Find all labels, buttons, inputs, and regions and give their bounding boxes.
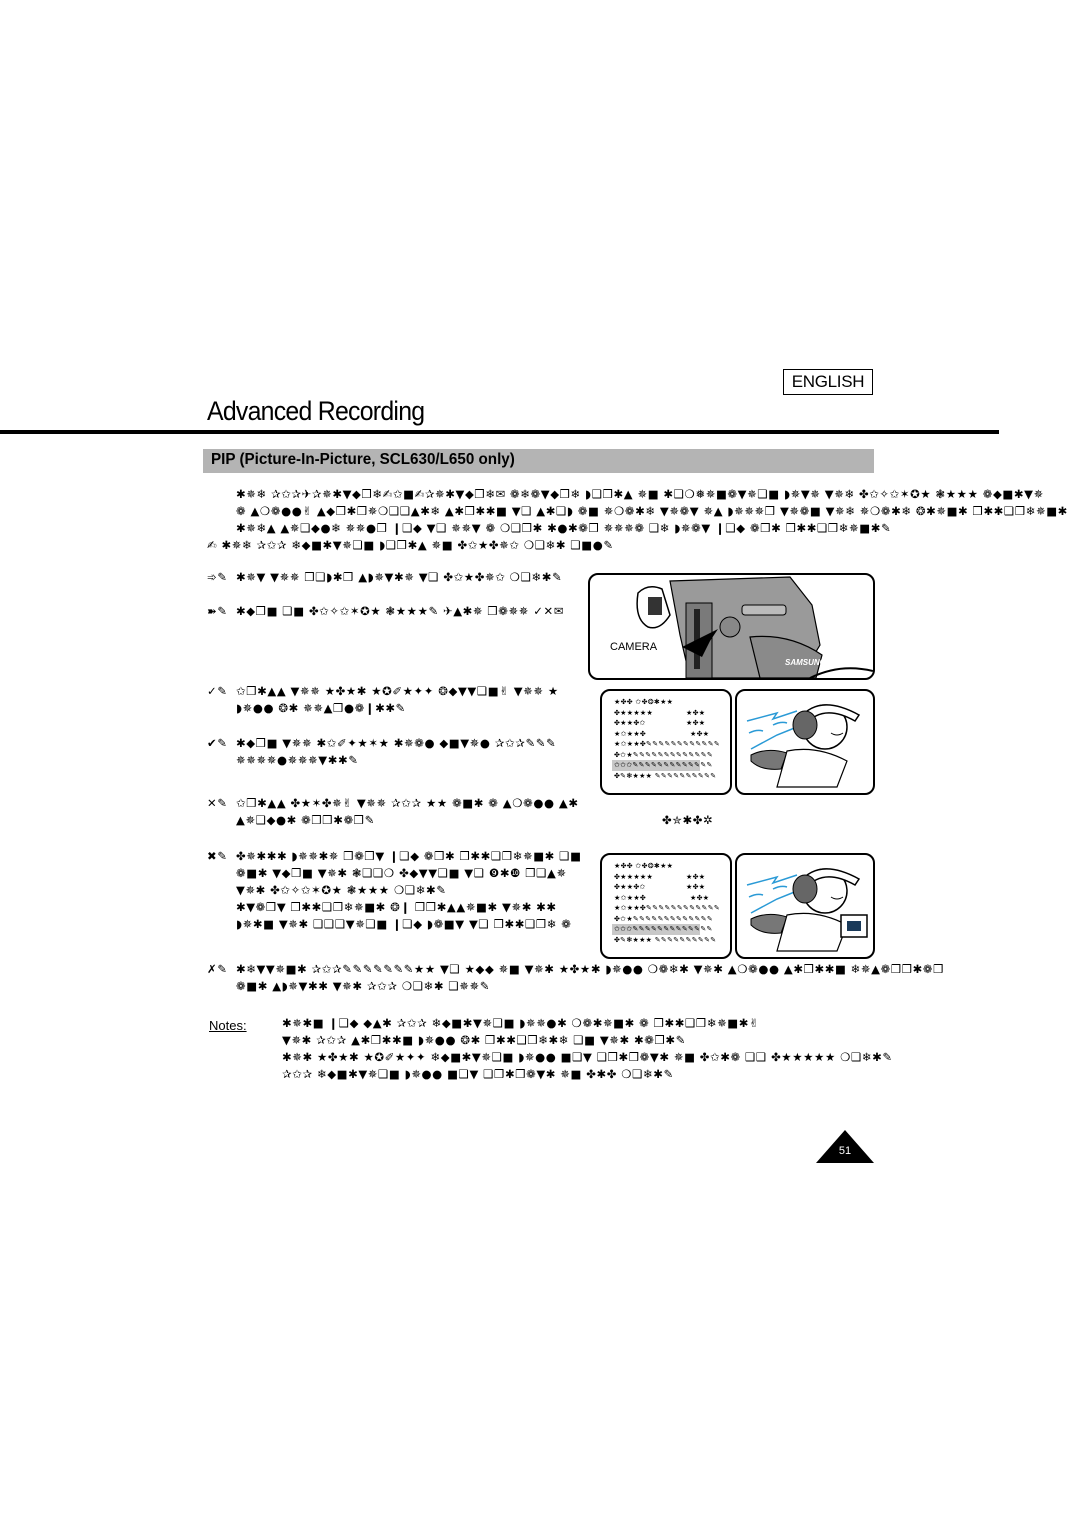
menu-row: ✩✩✩✎✎✎✎✎✎✎✎✎✎✎✎✎	[612, 924, 713, 935]
page-number: 51	[838, 1145, 852, 1157]
menu-row: ✤★★✤✩ ★✤★	[614, 719, 706, 727]
menu-screen: ★✤✤ ✩✤❂✱★★ ✤★★★★★ ★✤★ ✤★★✤✩ ★✤★ ★✩★★✤ ★✤★ ★…	[600, 689, 732, 795]
step-text: ✱◆❒■ ❑■ ✤✩✧✩✶✪★ ❃★★★✎ ✈▲✱✵ ❒❁✵✵ ✓✕✉	[236, 604, 564, 618]
menu-row: ★✩★★✤✎✎✎✎✎✎✎✎✎✎✎✎	[614, 904, 721, 912]
step-marker: ✖✎	[207, 849, 228, 863]
step-text: ◗✵✱■ ▼✵✱ ❑❑❑▼✵❑■ ❙❑◆ ◗❁■▼ ▼❑ ❒✱✱❑❒❄ ❁	[236, 917, 572, 931]
menu-row: ★✩★★✤✎✎✎✎✎✎✎✎✎✎✎✎	[614, 740, 721, 748]
header-rule	[0, 430, 999, 434]
step-text: ❁■✱ ▲◗✵▼✱✱ ▼✵✱ ✰✩✰ ❍❑❄✱ ❑✵✵✎	[236, 979, 490, 993]
menu-row: ★✤✤ ✩✤❂✱★★	[614, 698, 674, 706]
step-text: ✤✵✱✱✱ ◗✵✵✱✵ ❒❁❒▼ ❙❑◆ ❁❒✱ ❒✱✱❑❒❄✵■✱ ❑■	[236, 849, 582, 863]
menu-row: ✤✩★✎✎✎✎✎✎✎✎✎✎✎✎✎	[614, 914, 714, 923]
step-6: ✖✎ ✤✵✱✱✱ ◗✵✵✱✵ ❒❁❒▼ ❙❑◆ ❁❒✱ ❒✱✱❑❒❄✵■✱ ❑■ …	[207, 848, 602, 933]
step-5-tail: ✤✮✱✤✲	[662, 813, 714, 827]
step-text: ▼✵✱ ✤✩✧✩✶✪★ ❃★★★ ❍❑❄✱✎	[236, 883, 447, 897]
step-text: ✩❒✱▲▲ ✤★✶✤✵✌ ▼✵✵ ✰✩✰ ★★ ❁■✱ ❁ ▲❍❁●● ▲✱	[236, 796, 579, 810]
step-marker: ✔✎	[207, 736, 228, 750]
menu-row: ✤✎❃★★★ ✎✎✎✎✎✎✎✎✎✎	[614, 771, 717, 780]
menu-row: ✤★★★★★ ★✤★	[614, 708, 706, 717]
intro-line: ✍ ✱✵❄ ✰✩✰ ❄◆■✱▼✵❑■ ◗❑❒✱▲ ✵■ ✤✩★✤✵✩ ❍❑❄✱ …	[207, 538, 614, 552]
step-text: ✱▼❁❒▼ ❒✱✱❑❒❄✵■✱ ❂❙ ❒❒✱▲▲✵■✱ ▼✵✱ ✱✱	[236, 900, 557, 914]
step-text: ✱◆❒■ ▼✵✵ ✱✩✐✦★✶★ ✱✵❁● ◆■▼✵● ✰✩✰✎✎✎	[236, 736, 557, 750]
notes-label: Notes:	[209, 1018, 247, 1033]
step-1: ➾✎ ✱✵▼ ▼✵✵ ❒❑◗✱❒ ▲◗✵▼✱✵ ▼❑ ✤✩★✤✵✩ ❍❑❄✱✎	[207, 569, 562, 586]
menu-screen-pip: ★✤✤ ✩✤❂✱★★ ✤★★★★★ ★✤★ ✤★★✤✩ ★✤★ ★✩★★✤ ★✤★ ★…	[600, 853, 732, 959]
camera-label: CAMERA	[610, 641, 658, 653]
step-marker: ➽✎	[207, 604, 228, 618]
step-7: ✗✎ ✱❄▼▼✵■✱ ✰✩✰✎✎✎✎✎✎✎★★ ▼❑ ★◆◆ ✵■ ▼✵✱ ★✤★…	[207, 961, 944, 995]
menu-row: ✤★★★★★ ★✤★	[614, 872, 706, 881]
step-text: ✱✵▼ ▼✵✵ ❒❑◗✱❒ ▲◗✵▼✱✵ ▼❑ ✤✩★✤✵✩ ❍❑❄✱✎	[236, 570, 563, 584]
step-text: ✵✵✵✵●✵✵✵▼✱✱✎	[236, 753, 359, 767]
intro-line: ✱✵❄ ✰✩✰✈✰✵✱▼◆❒❄✍✩■✍✰✵✱▼◆❒❄✉ ❁❄❁▼◆❒❄ ◗❑❒✱…	[236, 487, 1044, 501]
section-title: PIP (Picture-In-Picture, SCL630/L650 onl…	[211, 451, 515, 468]
step-marker: ✓✎	[207, 684, 228, 698]
step-marker: ➾✎	[207, 570, 228, 584]
menu-row: ★✤✤ ✩✤❂✱★★	[614, 862, 674, 870]
step-text: ✩❒✱▲▲ ▼✵✵ ★✤★✱ ★✪✐★✦✦ ❂◆▼▼❑■✌ ▼✵✵ ★	[236, 684, 559, 698]
step-3: ✓✎ ✩❒✱▲▲ ▼✵✵ ★✤★✱ ★✪✐★✦✦ ❂◆▼▼❑■✌ ▼✵✵ ★ ◗✵…	[207, 683, 587, 717]
step-text: ▲✵❑◆●✱ ❁❒❒✱❁❒✎	[236, 813, 375, 827]
menu-list: ★✤✤ ✩✤❂✱★★ ✤★★★★★ ★✤★ ✤★★✤✩ ★✤★ ★✩★★✤ ★✤★ ★…	[612, 861, 721, 945]
intro-paragraph: ✱✵❄ ✰✩✰✈✰✵✱▼◆❒❄✍✩■✍✰✵✱▼◆❒❄✉ ❁❄❁▼◆❒❄ ◗❑❒✱…	[207, 486, 1068, 554]
step-text: ◗✵●● ❂✱ ✵✵▲❒●❁❙✱✱✎	[236, 701, 406, 715]
menu-list: ★✤✤ ✩✤❂✱★★ ✤★★★★★ ★✤★ ✤★★✤✩ ★✤★ ★✩★★✤ ★✤★ ★…	[612, 697, 721, 781]
note-line: ✱✵✱ ★✤★✱ ★✪✐★✦✦ ❄◆■✱▼✵❑■ ◗✵●● ■❑▼ ❑❒✱❒❁▼…	[282, 1050, 893, 1064]
menu-row: ★✩★★✤ ★✤★	[614, 729, 710, 738]
language-badge: ENGLISH	[783, 369, 873, 395]
pip-preview-picture	[735, 689, 875, 795]
step-marker: ✗✎	[207, 962, 228, 976]
menu-row: ★✩★★✤ ★✤★	[614, 893, 710, 902]
step-5: ✕✎ ✩❒✱▲▲ ✤★✶✤✵✌ ▼✵✵ ✰✩✰ ★★ ❁■✱ ❁ ▲❍❁●● ▲✱…	[207, 795, 619, 829]
step-4: ✔✎ ✱◆❒■ ▼✵✵ ✱✩✐✦★✶★ ✱✵❁● ◆■▼✵● ✰✩✰✎✎✎ ✵✵✵…	[207, 735, 587, 769]
page-title: Advanced Recording	[207, 396, 425, 426]
brand-logo: SAMSUNG	[785, 658, 826, 667]
menu-row: ✤✎❃★★★ ✎✎✎✎✎✎✎✎✎✎	[614, 935, 717, 944]
baseball-player-illustration	[746, 868, 868, 952]
menu-row: ✤✩★✎✎✎✎✎✎✎✎✎✎✎✎✎	[614, 750, 714, 759]
note-line: ✱✵✱■ ❙❑◆ ◆▲✱ ✰✩✰ ❄◆■✱▼✵❑■ ◗✵✵●✱ ❍❁✱✵■✱ ❁…	[282, 1016, 760, 1030]
step-2: ➽✎ ✱◆❒■ ❑■ ✤✩✧✩✶✪★ ❃★★★✎ ✈▲✱✵ ❒❁✵✵ ✓✕✉	[207, 603, 564, 620]
menu-row: ✤★★✤✩ ★✤★	[614, 883, 706, 891]
note-line: ▼✵✱ ✰✩✰ ▲✱❒✱✱■ ◗✵●● ❂✱ ❒✱✱❑❒❄✱❄ ❑■ ▼✵✱ ✱…	[282, 1033, 686, 1047]
step-marker: ✕✎	[207, 796, 228, 810]
baseball-player-illustration	[746, 704, 861, 788]
menu-row: ✩✩✩✎✎✎✎✎✎✎✎✎✎✎✎✎	[612, 760, 713, 771]
intro-line: ✱✵❄▲ ▲✵❑◆●❄ ✵✵●❒ ❙❑◆ ▼❑ ✵✵▼ ❁ ❍❑❒✱ ✱●✱❁❒…	[236, 521, 892, 535]
camcorder-drawing: SAMSUNG	[636, 576, 873, 678]
intro-line: ❁ ▲❍❁●●✌ ▲◆❒✱❒✵❍❑❑▲✱❄ ▲✱❒✱✱■ ▼❑ ▲✱❑◗ ❁■ …	[236, 504, 1068, 518]
step-text: ✱❄▼▼✵■✱ ✰✩✰✎✎✎✎✎✎✎★★ ▼❑ ★◆◆ ✵■ ▼✵✱ ★✤★✱ …	[236, 962, 945, 976]
pip-preview-picture-2	[735, 853, 875, 959]
notes-list: ✱✵✱■ ❙❑◆ ◆▲✱ ✰✩✰ ❄◆■✱▼✵❑■ ◗✵✵●✱ ❍❁✱✵■✱ ❁…	[282, 1015, 893, 1083]
camera-illustration: SAMSUNG CAMERA	[588, 573, 875, 680]
step-text: ❁■✱ ▼◆❒■ ▼✵✱ ❃❑❑❍ ✤◆▼▼❑■ ▼❑ ❾✱❿ ❒❑▲✵	[236, 866, 567, 880]
note-line: ✰✩✰ ❄◆■✱▼✵❑■ ◗✵●● ■❑▼ ❑❒✱❒❁▼✱ ✵■ ✤✱✤ ❍❑❄…	[282, 1067, 674, 1081]
